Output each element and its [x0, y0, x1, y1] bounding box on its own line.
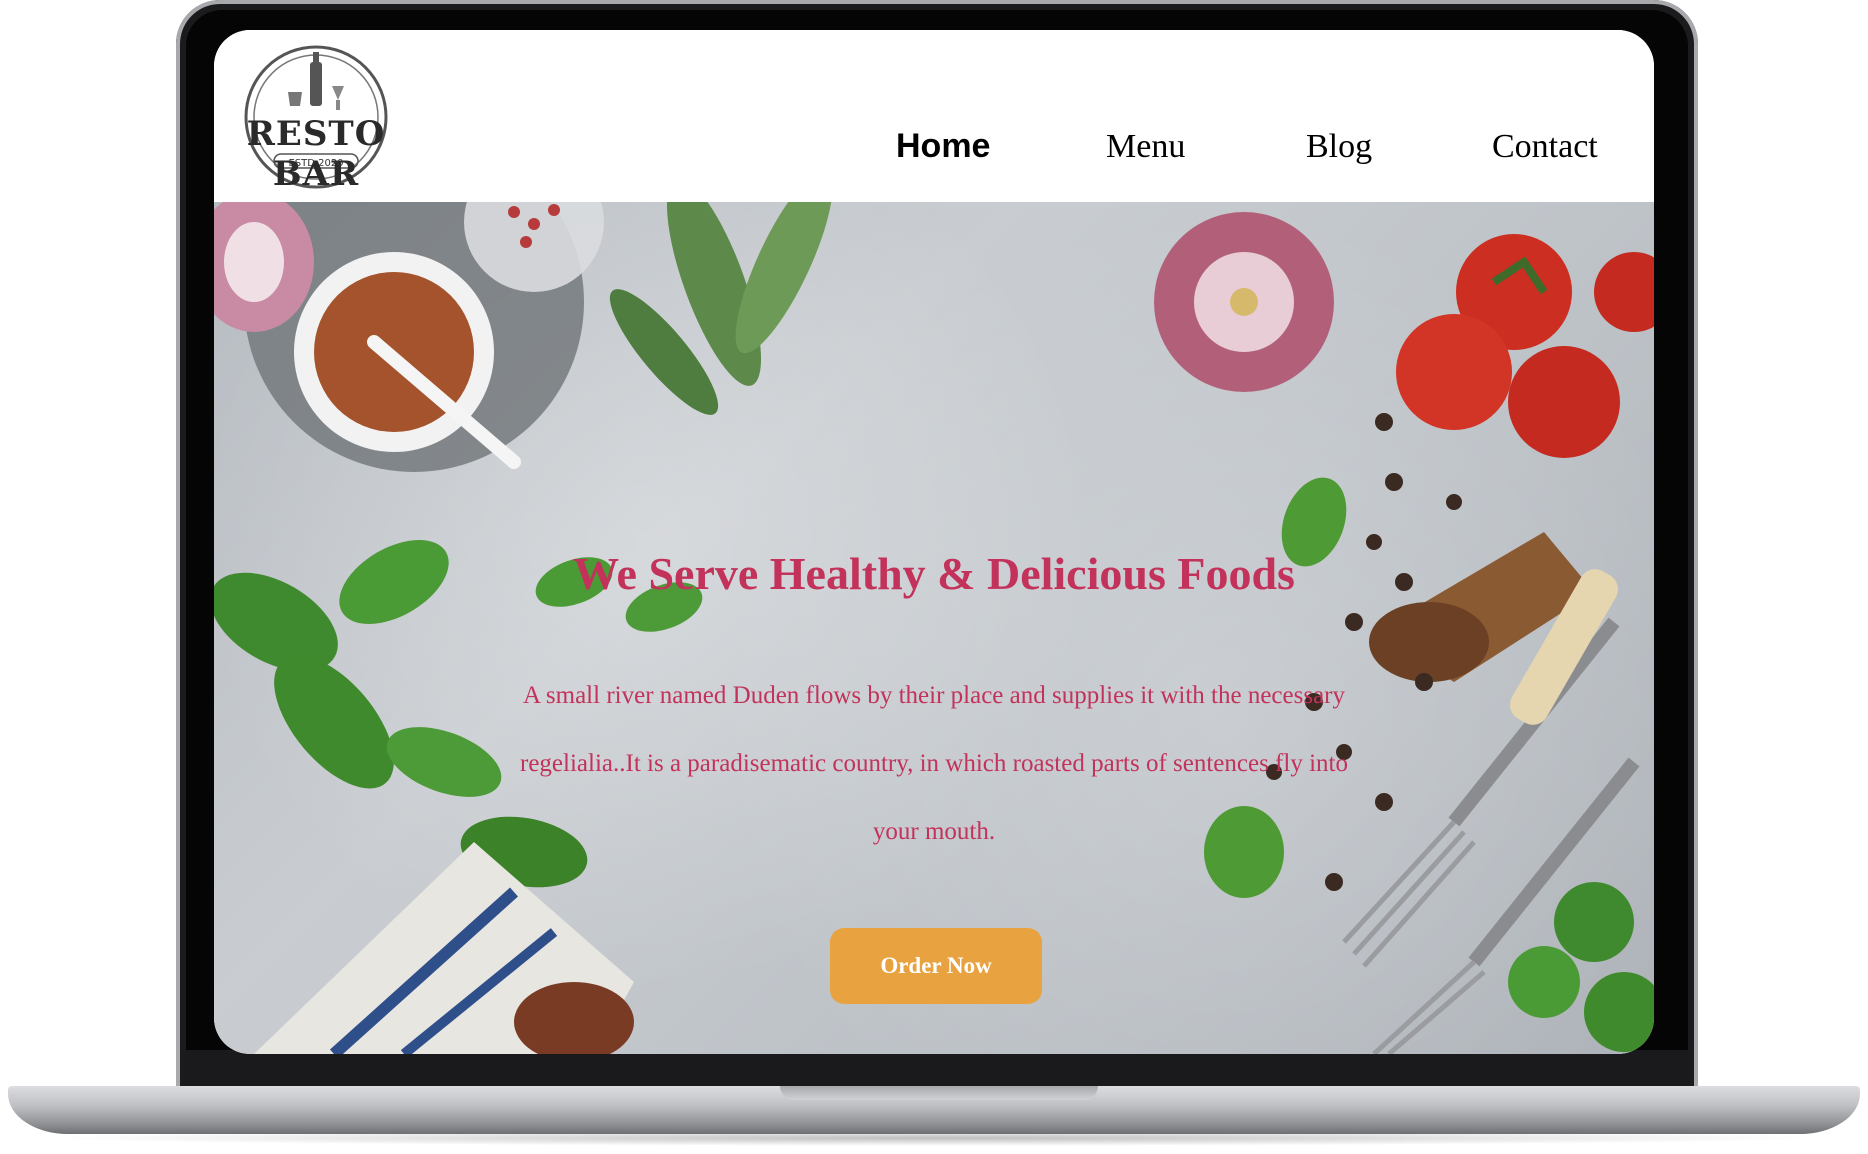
order-now-button[interactable]: Order Now: [830, 928, 1042, 1004]
nav-blog[interactable]: Blog: [1306, 128, 1372, 166]
resto-bar-logo[interactable]: RESTO BAR ESTD 2020: [228, 42, 404, 194]
logo-established: ESTD 2020: [288, 158, 344, 169]
logo-name: RESTO BAR: [246, 114, 386, 194]
laptop-chin: [184, 1050, 1690, 1088]
laptop-notch: [780, 1086, 1098, 1100]
hero-title: We Serve Healthy & Delicious Foods: [573, 548, 1295, 599]
nav-menu[interactable]: Menu: [1106, 128, 1185, 166]
nav-home[interactable]: Home: [896, 127, 990, 166]
nav-contact[interactable]: Contact: [1492, 128, 1598, 166]
navbar: RESTO BAR ESTD 2020 Home Menu Blog Conta…: [214, 30, 1654, 202]
screen: RESTO BAR ESTD 2020 Home Menu Blog Conta…: [214, 30, 1654, 1054]
hero-section: We Serve Healthy & Delicious Foods A sma…: [214, 202, 1654, 1054]
hero-description: A small river named Duden flows by their…: [520, 682, 1348, 845]
food-background-image: [214, 202, 1654, 1054]
